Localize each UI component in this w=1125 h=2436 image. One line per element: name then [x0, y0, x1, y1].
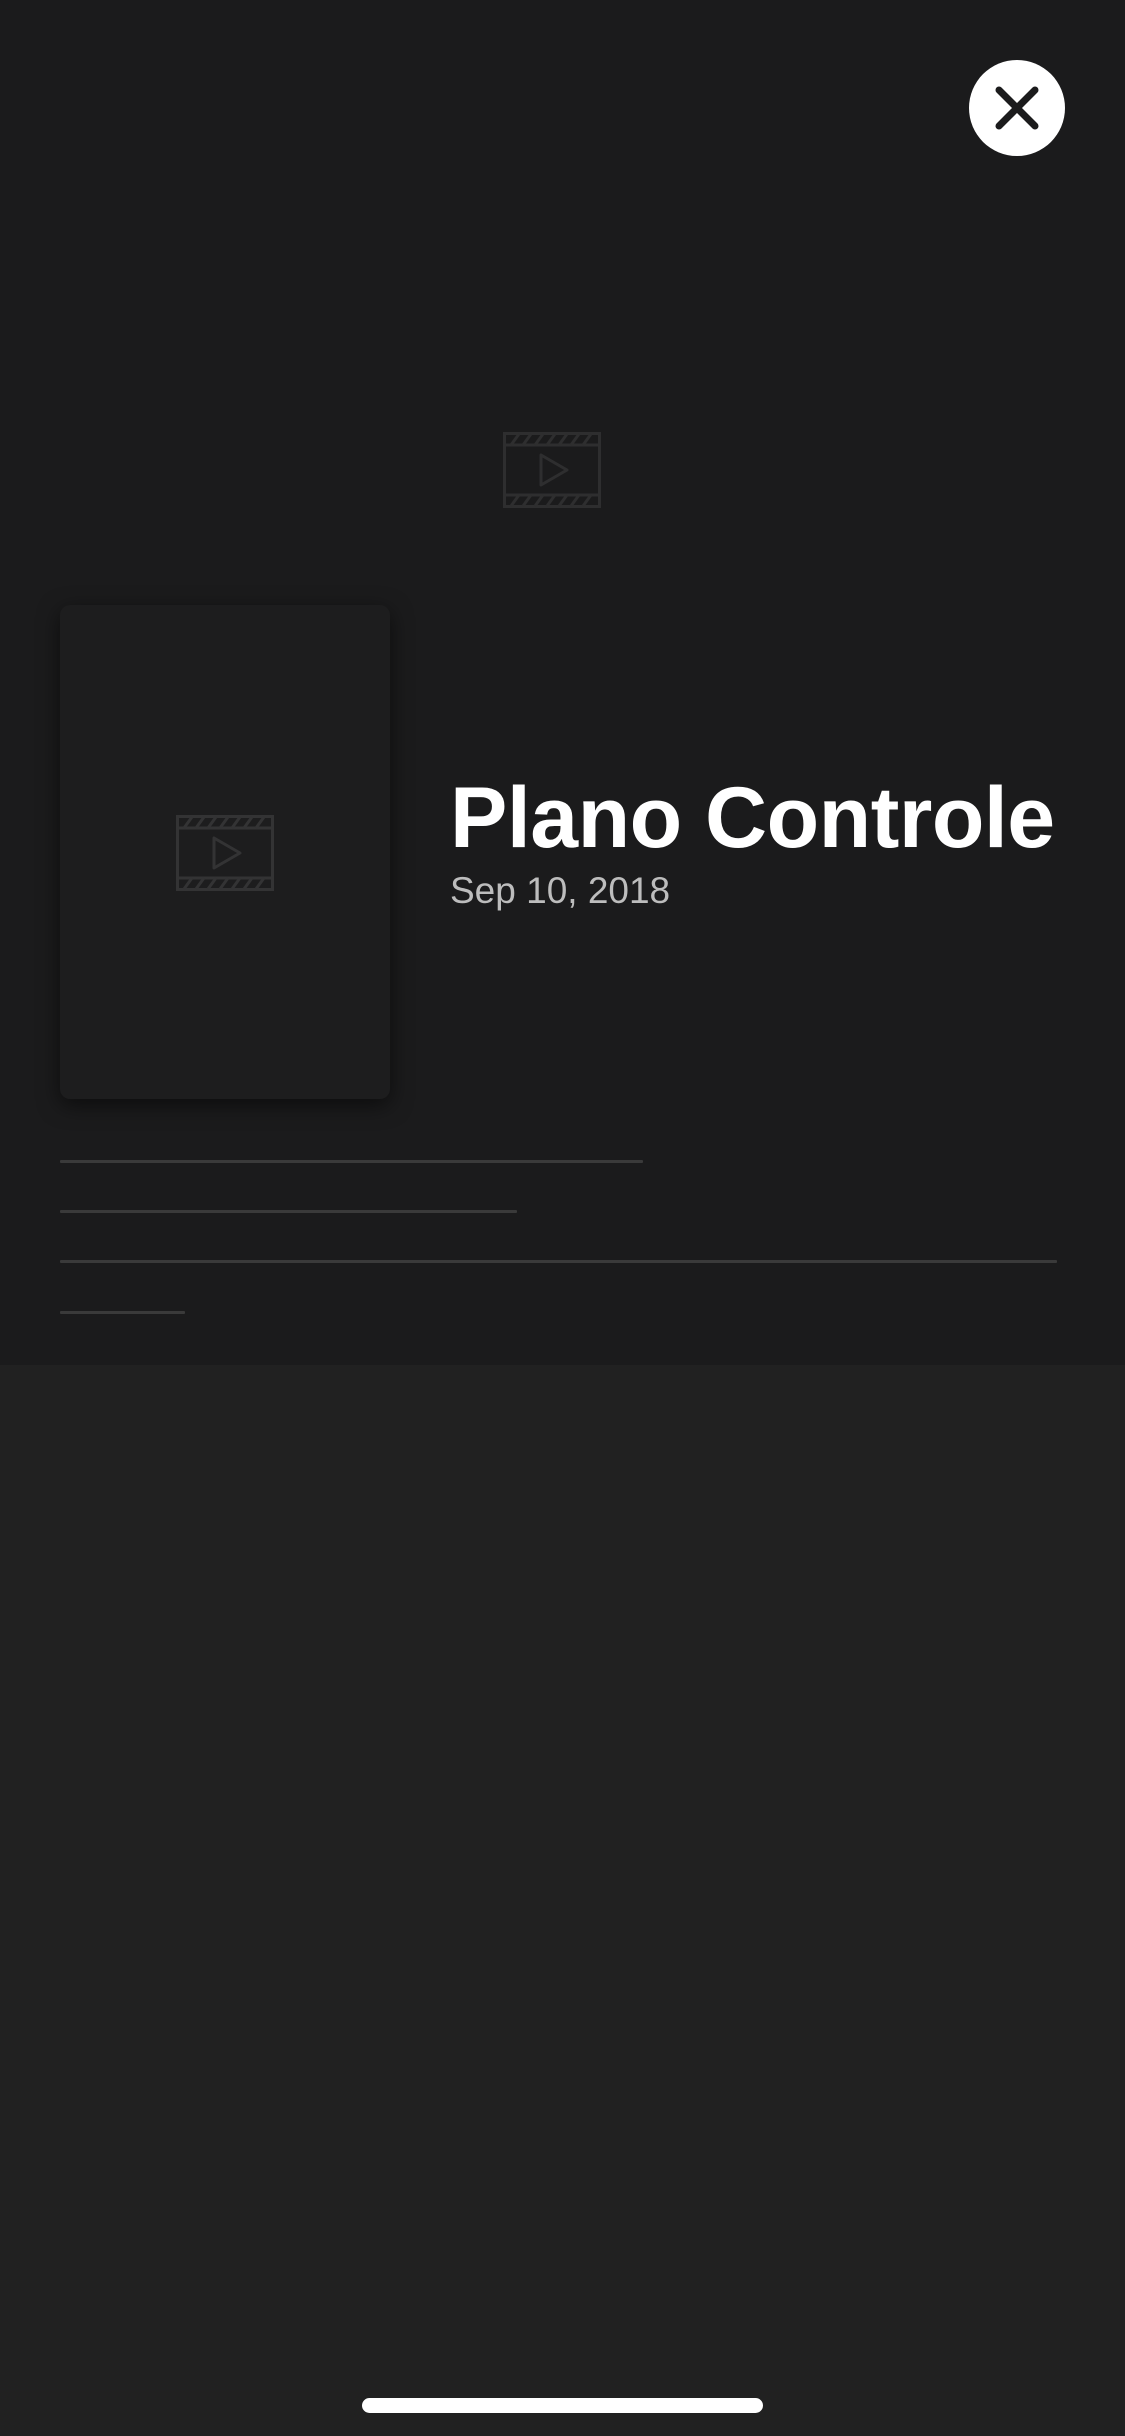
hero-section: Plano Controle Sep 10, 2018: [0, 0, 1125, 1365]
close-icon: [995, 86, 1039, 130]
description-placeholder-line: [60, 1260, 1057, 1263]
film-play-icon: [176, 815, 274, 891]
description-placeholder-line: [60, 1311, 185, 1314]
close-button[interactable]: [969, 60, 1065, 156]
film-play-icon: [503, 432, 601, 508]
home-indicator[interactable]: [362, 2398, 763, 2413]
release-date: Sep 10, 2018: [450, 870, 671, 911]
description-placeholder-line: [60, 1210, 517, 1213]
movie-title: Plano Controle: [450, 770, 1055, 866]
description-placeholder-line: [60, 1160, 643, 1163]
poster-placeholder: [60, 605, 390, 1099]
